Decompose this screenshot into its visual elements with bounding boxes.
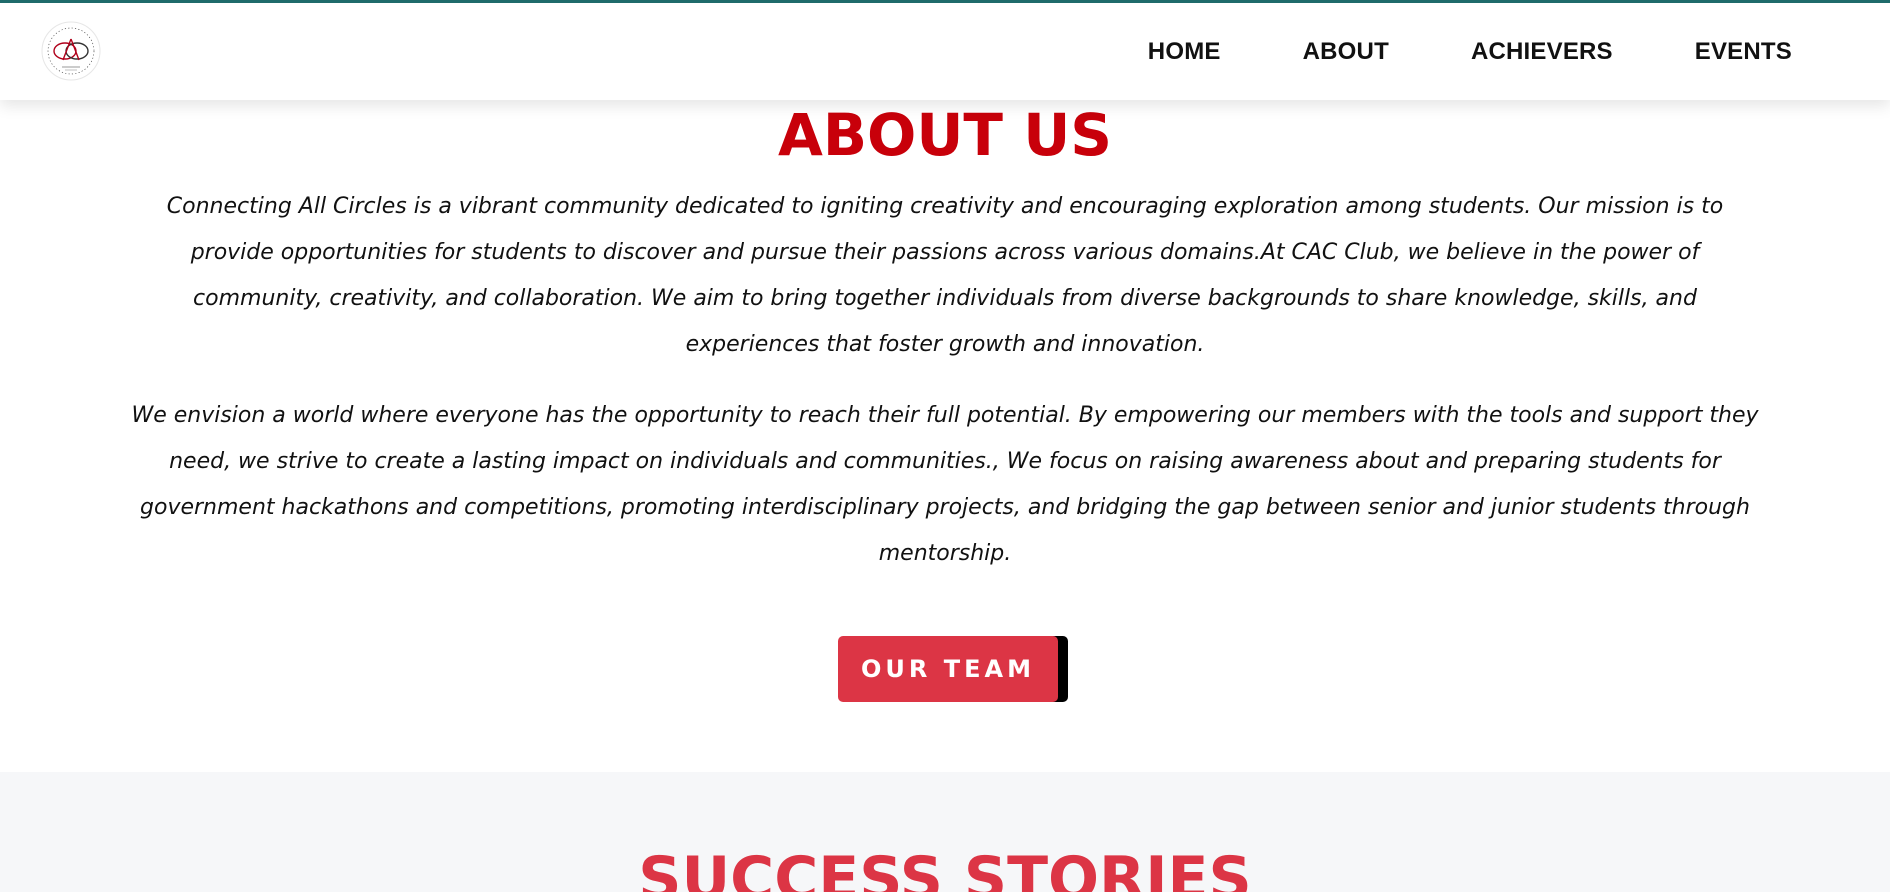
navbar: HOME ABOUT ACHIEVERS EVENTS	[0, 0, 1890, 100]
about-mission-paragraph: Connecting All Circles is a vibrant comm…	[166, 194, 1724, 357]
logo-circles-icon	[41, 21, 101, 81]
main-nav: HOME ABOUT ACHIEVERS EVENTS	[1148, 38, 1792, 66]
nav-events-link[interactable]: EVENTS	[1695, 38, 1792, 66]
about-title: ABOUT US	[777, 101, 1113, 169]
success-stories-title: SUCCESS STORIES	[638, 844, 1252, 892]
our-team-button[interactable]: OUR TEAM	[838, 636, 1058, 702]
about-vision-paragraph: We envision a world where everyone has t…	[131, 403, 1759, 566]
top-accent-stripe	[0, 0, 1890, 3]
success-stories-section: SUCCESS STORIES	[0, 772, 1890, 892]
nav-home-link[interactable]: HOME	[1148, 38, 1221, 66]
about-section: ABOUT US Connecting All Circles is a vib…	[0, 100, 1890, 772]
site-logo[interactable]	[40, 20, 102, 82]
our-team-button-wrapper: OUR TEAM	[838, 636, 1068, 702]
nav-about-link[interactable]: ABOUT	[1303, 38, 1389, 66]
nav-achievers-link[interactable]: ACHIEVERS	[1471, 38, 1613, 66]
